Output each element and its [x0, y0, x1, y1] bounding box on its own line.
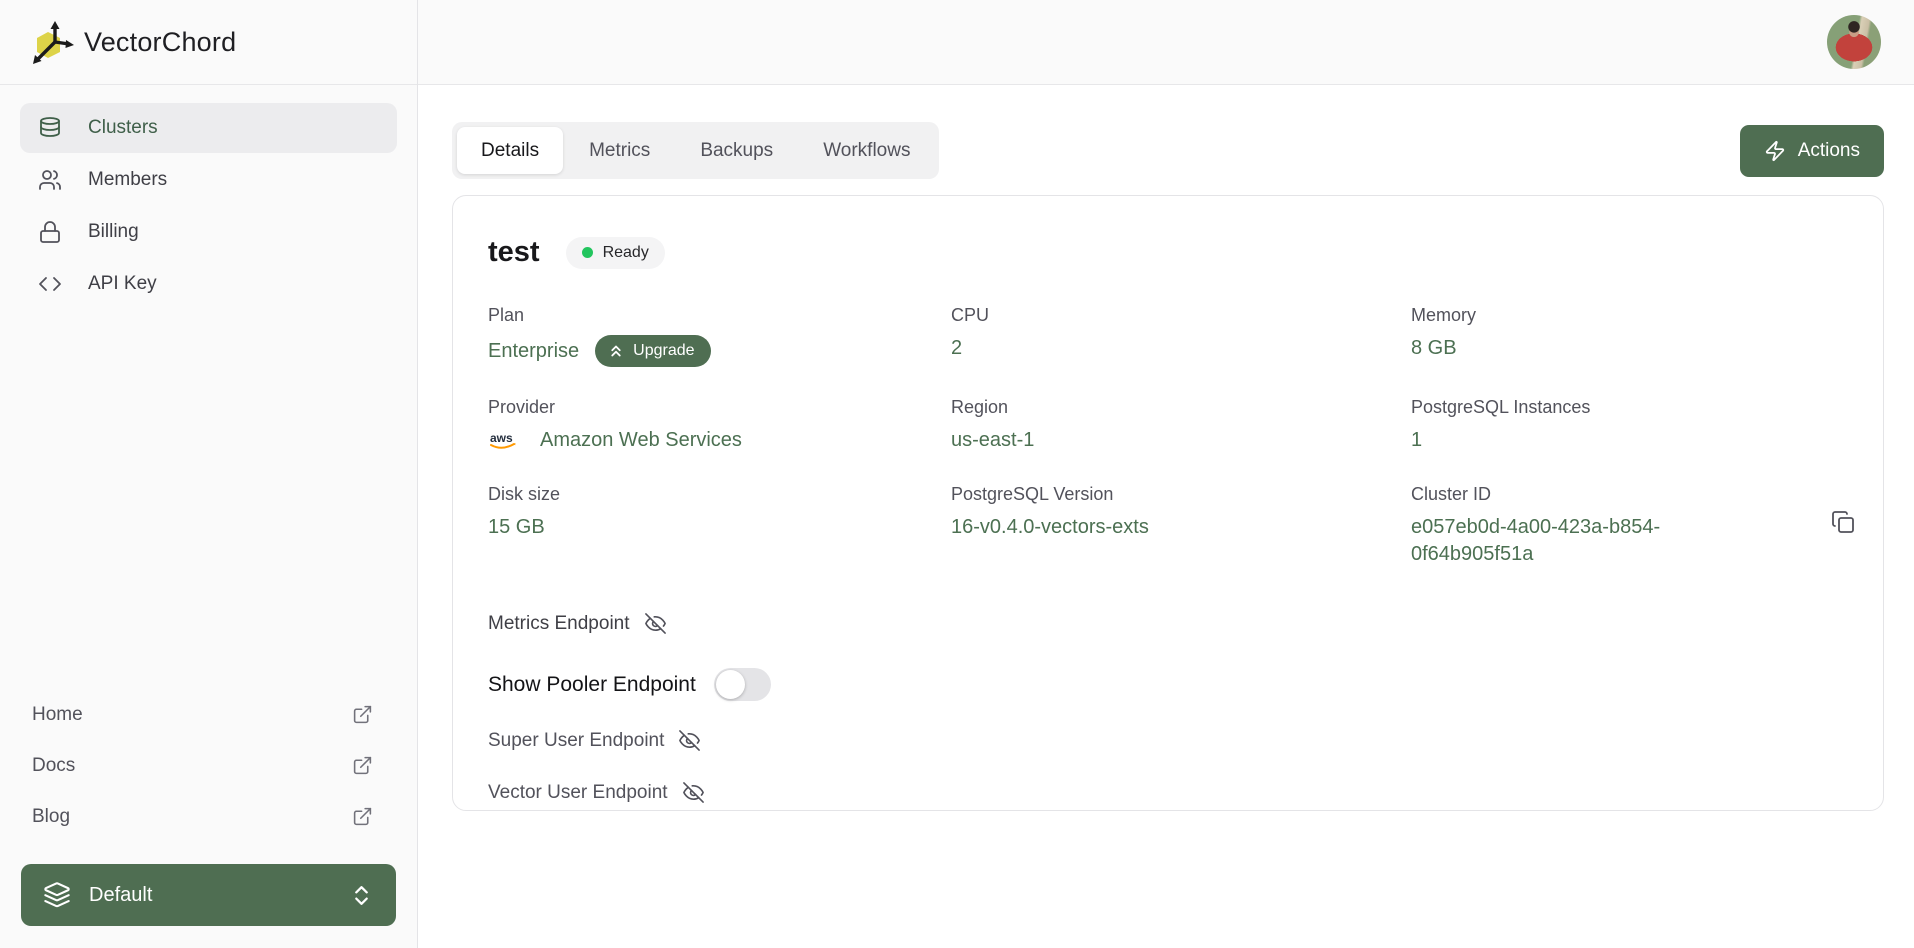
sidebar-link-blog[interactable]: Blog [0, 791, 417, 842]
sidebar-link-home[interactable]: Home [0, 689, 417, 740]
field-label: Plan [488, 305, 951, 326]
field-label: Provider [488, 397, 951, 418]
field-value: 1 [1411, 427, 1848, 454]
field-value: 8 GB [1411, 335, 1848, 362]
pooler-endpoint-toggle[interactable] [714, 668, 771, 701]
copy-cluster-id-button[interactable] [1827, 506, 1859, 538]
brand-header: VectorChord [0, 0, 417, 85]
users-icon [38, 168, 62, 192]
external-link-icon [352, 704, 373, 725]
sidebar-spacer [0, 309, 417, 689]
topbar [418, 0, 1914, 85]
link-label: Docs [32, 755, 75, 777]
sidebar: VectorChord Clusters Members Billing API… [0, 0, 418, 948]
chevrons-up-icon [607, 342, 625, 360]
external-link-icon [352, 806, 373, 827]
brand-name: VectorChord [84, 27, 236, 58]
field-label: PostgreSQL Instances [1411, 397, 1848, 418]
field-postgresql-version: PostgreSQL Version 16-v0.4.0-vectors-ext… [951, 484, 1411, 568]
sidebar-item-members[interactable]: Members [20, 155, 397, 205]
toggle-knob [716, 670, 745, 699]
field-label: CPU [951, 305, 1411, 326]
code-icon [38, 272, 62, 296]
field-value: 15 GB [488, 514, 951, 541]
field-value: 2 [951, 335, 1411, 362]
layers-icon [43, 881, 71, 909]
field-label: Disk size [488, 484, 951, 505]
lock-icon [38, 220, 62, 244]
pooler-toggle-label: Show Pooler Endpoint [488, 673, 696, 697]
external-link-icon [352, 755, 373, 776]
super-user-endpoint-label: Super User Endpoint [488, 730, 664, 752]
sidebar-item-label: Billing [88, 221, 139, 243]
field-label: Cluster ID [1411, 484, 1848, 505]
field-label: Region [951, 397, 1411, 418]
sidebar-nav: Clusters Members Billing API Key [0, 85, 417, 309]
upgrade-button[interactable]: Upgrade [595, 335, 710, 367]
field-cluster-id: Cluster ID e057eb0d-4a00-423a-b854-0f64b… [1411, 484, 1848, 568]
aws-logo-icon: aws [488, 430, 522, 452]
field-value: Amazon Web Services [540, 427, 742, 454]
link-label: Blog [32, 806, 70, 828]
field-memory: Memory 8 GB [1411, 305, 1848, 367]
link-label: Home [32, 704, 83, 726]
status-text: Ready [603, 244, 649, 262]
field-value: us-east-1 [951, 427, 1411, 454]
workspace-name: Default [89, 884, 331, 907]
field-provider: Provider aws Amazon Web Services [488, 397, 951, 454]
content: Details Metrics Backups Workflows Action… [418, 85, 1914, 948]
metrics-endpoint-row: Metrics Endpoint [488, 612, 1848, 635]
sidebar-external-links: Home Docs Blog [0, 689, 417, 856]
field-label: Memory [1411, 305, 1848, 326]
field-disk-size: Disk size 15 GB [488, 484, 951, 568]
copy-icon [1831, 510, 1855, 534]
user-avatar[interactable] [1827, 15, 1881, 69]
sidebar-link-docs[interactable]: Docs [0, 740, 417, 791]
field-value: e057eb0d-4a00-423a-b854-0f64b905f51a [1411, 514, 1716, 568]
field-postgresql-instances: PostgreSQL Instances 1 [1411, 397, 1848, 454]
sidebar-item-label: Clusters [88, 117, 158, 139]
eye-off-icon[interactable] [678, 729, 701, 752]
status-dot-icon [582, 247, 593, 258]
eye-off-icon[interactable] [682, 781, 705, 804]
vector-user-endpoint-label: Vector User Endpoint [488, 782, 668, 804]
vector-user-endpoint-row: Vector User Endpoint [488, 781, 1848, 804]
main-area: Details Metrics Backups Workflows Action… [418, 0, 1914, 948]
svg-text:aws: aws [490, 431, 513, 445]
field-value: 16-v0.4.0-vectors-exts [951, 514, 1411, 541]
database-icon [38, 116, 62, 140]
tab-bar: Details Metrics Backups Workflows [452, 122, 939, 179]
eye-off-icon[interactable] [644, 612, 667, 635]
cluster-name: test [488, 236, 540, 269]
cluster-fields-grid: Plan Enterprise Upgrade CPU 2 [488, 305, 1848, 568]
field-cpu: CPU 2 [951, 305, 1411, 367]
field-label: PostgreSQL Version [951, 484, 1411, 505]
pooler-endpoint-row: Show Pooler Endpoint [488, 668, 1848, 701]
chevrons-up-down-icon [349, 883, 374, 908]
vectorchord-logo-icon [28, 18, 76, 66]
tab-workflows[interactable]: Workflows [799, 127, 934, 174]
field-plan: Plan Enterprise Upgrade [488, 305, 951, 367]
sidebar-item-api-key[interactable]: API Key [20, 259, 397, 309]
metrics-endpoint-label: Metrics Endpoint [488, 613, 630, 635]
tab-details[interactable]: Details [457, 127, 563, 174]
sidebar-item-label: Members [88, 169, 167, 191]
sidebar-item-billing[interactable]: Billing [20, 207, 397, 257]
zap-icon [1764, 140, 1786, 162]
status-badge: Ready [566, 237, 665, 269]
super-user-endpoint-row: Super User Endpoint [488, 729, 1848, 752]
sidebar-item-label: API Key [88, 273, 157, 295]
actions-button[interactable]: Actions [1740, 125, 1884, 177]
field-value: Enterprise [488, 338, 579, 365]
actions-label: Actions [1798, 140, 1860, 162]
tab-backups[interactable]: Backups [676, 127, 797, 174]
tab-metrics[interactable]: Metrics [565, 127, 674, 174]
field-region: Region us-east-1 [951, 397, 1411, 454]
workspace-selector[interactable]: Default [21, 864, 396, 926]
toolbar-row: Details Metrics Backups Workflows Action… [452, 122, 1884, 179]
sidebar-item-clusters[interactable]: Clusters [20, 103, 397, 153]
upgrade-label: Upgrade [633, 342, 694, 360]
cluster-details-card: test Ready Plan Enterprise [452, 195, 1884, 811]
cluster-header: test Ready [488, 236, 1848, 269]
